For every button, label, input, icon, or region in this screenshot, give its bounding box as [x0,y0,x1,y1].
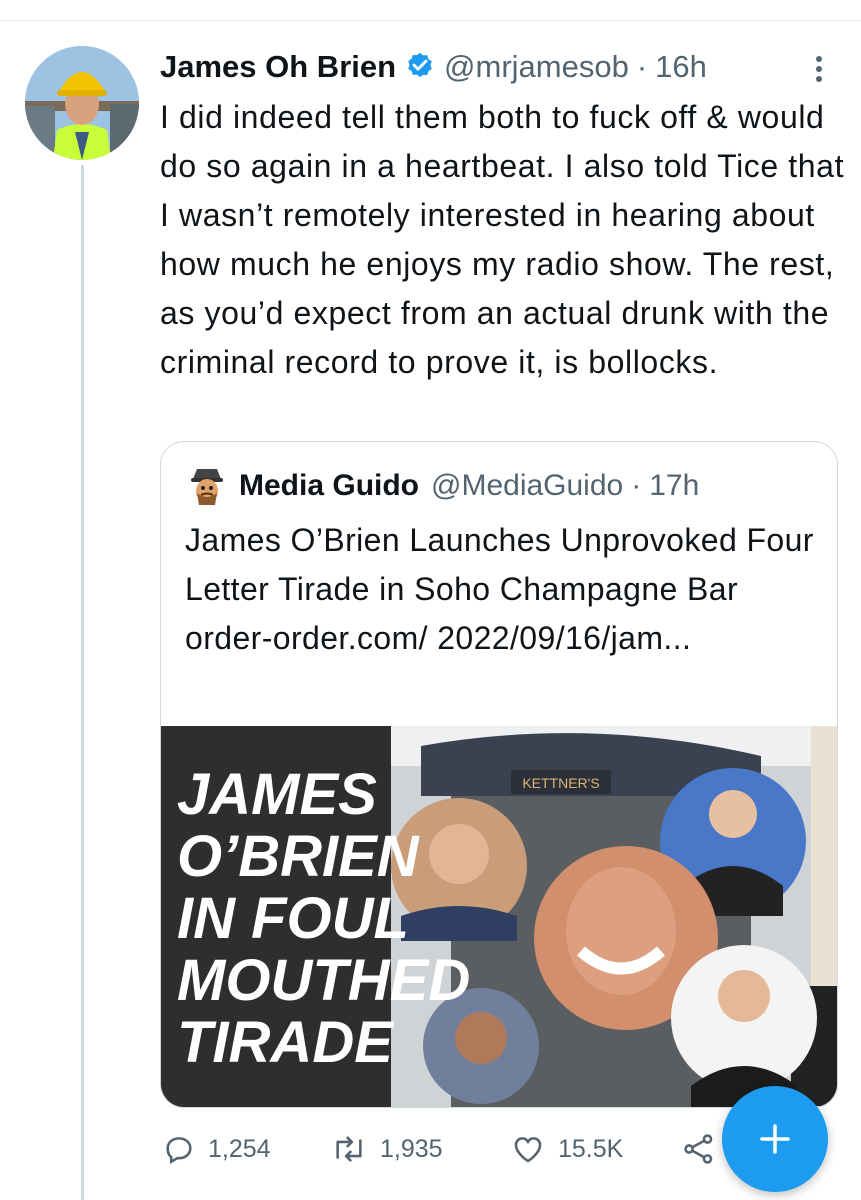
quoted-timestamp[interactable]: 17h [649,469,699,503]
quoted-author-name[interactable]: Media Guido [239,469,419,503]
image-headline-line-4: MOUTHED [177,948,470,1013]
reply-count: 1,254 [208,1134,271,1163]
author-avatar[interactable] [25,46,139,160]
more-vertical-icon[interactable] [808,54,830,84]
quoted-meta-separator: · [631,469,642,502]
quoted-author-avatar[interactable] [189,465,225,507]
image-headline-line-5: TIRADE [177,1010,395,1075]
image-headline-line-3: IN FOUL [177,886,409,951]
quoted-tweet-header: Media Guido @MediaGuido · 17h [189,464,699,508]
meta-separator: · [636,49,648,84]
reply-icon [166,1137,192,1164]
like-button[interactable]: 15.5K [510,1124,623,1174]
thread-connector-line [81,165,84,1200]
verified-badge-icon [408,53,432,77]
heart-icon [514,1137,542,1163]
quoted-tweet-image[interactable]: KETTNER'S JAMES O’BRIEN IN FOUL MOUTHED … [161,726,837,1107]
like-count: 15.5K [558,1134,624,1163]
compose-plus-icon [760,1124,790,1154]
tweet-text: I did indeed tell them both to fuck off … [160,99,845,380]
quoted-tweet-text: James O’Brien Launches Unprovoked Four L… [185,522,814,656]
quoted-author-handle[interactable]: @MediaGuido [431,469,623,503]
image-headline-line-2: O’BRIEN [177,824,420,889]
retweet-count: 1,935 [380,1134,443,1163]
retweet-button[interactable]: 1,935 [330,1124,443,1174]
image-headline-line-1: JAMES [177,762,377,827]
author-name[interactable]: James Oh Brien [160,49,396,85]
tweet-timestamp[interactable]: 16h [655,49,707,85]
top-divider [0,20,861,21]
author-handle[interactable]: @mrjamesob [444,49,629,85]
share-icon [684,1134,713,1164]
image-sign-text: KETTNER'S [522,775,599,791]
retweet-icon [336,1136,362,1162]
reply-button[interactable]: 1,254 [162,1124,271,1174]
compose-tweet-button[interactable] [722,1086,828,1192]
tweet-header: James Oh Brien @mrjamesob · 16h [160,44,707,90]
share-button[interactable] [682,1124,728,1174]
quoted-tweet-card[interactable]: Media Guido @MediaGuido · 17h James O’Br… [160,441,838,1108]
